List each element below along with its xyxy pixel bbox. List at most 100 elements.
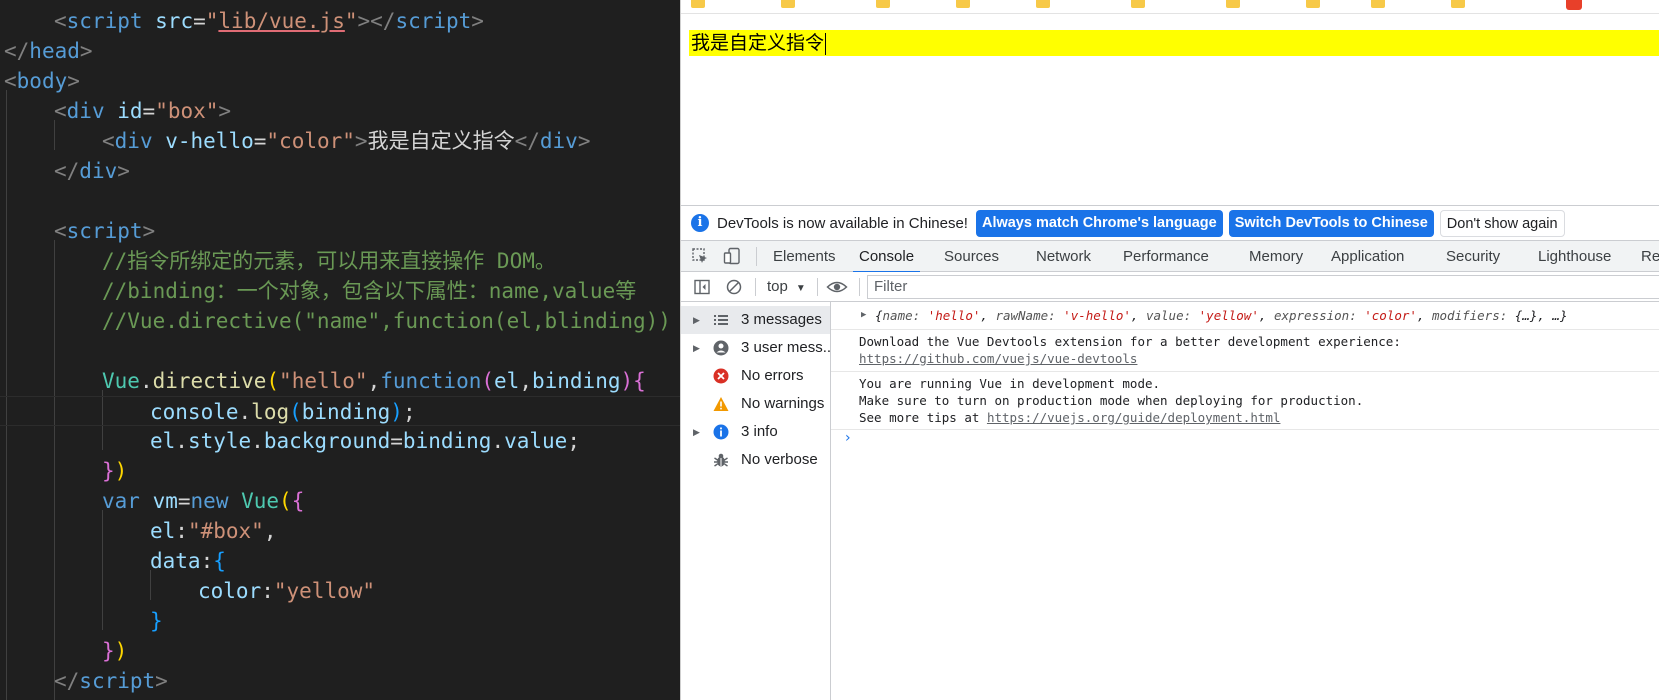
- bookmark-folder[interactable]: [1371, 0, 1391, 11]
- code-line: color:"yellow": [198, 579, 376, 603]
- expand-arrow-icon[interactable]: ▶: [861, 310, 866, 320]
- error-icon: [713, 368, 729, 384]
- sidebar-item-user-messages[interactable]: ▶ 3 user mess...: [681, 334, 835, 362]
- language-infobar: i DevTools is now available in Chinese! …: [681, 206, 1659, 241]
- message-text: You are running Vue in development mode.: [859, 376, 1161, 391]
- tab-performance[interactable]: Performance: [1123, 241, 1209, 272]
- tab-network[interactable]: Network: [1036, 241, 1091, 272]
- code-line: </div>: [54, 159, 130, 183]
- tab-security[interactable]: Security: [1446, 241, 1500, 272]
- filter-input[interactable]: Filter: [867, 275, 1659, 299]
- always-match-language-button[interactable]: Always match Chrome's language: [975, 209, 1223, 237]
- code-line: <div v-hello="color">我是自定义指令</div>: [102, 129, 591, 153]
- code-line: </script>: [54, 669, 168, 693]
- code-comment: //binding：一个对象，包含以下属性：name,value等: [102, 279, 637, 303]
- indent-guide: [54, 240, 55, 700]
- code-comment: //Vue.directive("name",function(el,blind…: [102, 309, 671, 333]
- console-message: Download the Vue Devtools extension for …: [831, 330, 1659, 372]
- code-line: </head>: [4, 39, 93, 63]
- tab-elements[interactable]: Elements: [773, 241, 836, 272]
- bookmark-folder[interactable]: [956, 0, 976, 11]
- eye-icon[interactable]: [826, 278, 848, 296]
- sidebar-item-messages[interactable]: ▶ 3 messages: [681, 306, 830, 334]
- console-output: ▶ {name: 'hello', rawName: 'v-hello', va…: [831, 302, 1659, 700]
- message-text: Make sure to turn on production mode whe…: [859, 393, 1364, 408]
- indent-guide: [102, 510, 103, 630]
- message-text: See more tips at https://vuejs.org/guide…: [859, 410, 1281, 425]
- code-line: }): [102, 639, 128, 663]
- clear-console-icon[interactable]: [725, 278, 743, 296]
- expand-arrow-icon: ▶: [693, 343, 700, 353]
- bookmark-folder[interactable]: [1036, 0, 1056, 11]
- console-prompt[interactable]: ›: [845, 430, 851, 446]
- folder-icon: [876, 0, 890, 8]
- code-line: <div id="box">: [54, 99, 232, 123]
- folder-icon: [1131, 0, 1145, 8]
- folder-icon: [781, 0, 795, 8]
- browser-window: 我是自定义指令 i DevTools is now available in C…: [680, 0, 1659, 700]
- code-line: el:"#box",: [150, 519, 277, 543]
- code-line: }): [102, 459, 128, 483]
- code-line: <script src="lib/vue.js"></script>: [54, 9, 484, 33]
- tab-application[interactable]: Application: [1331, 241, 1404, 272]
- folder-icon: [956, 0, 970, 8]
- expand-arrow-icon: ▶: [693, 427, 700, 437]
- tab-console[interactable]: Console: [852, 241, 921, 273]
- infobar-text: DevTools is now available in Chinese!: [717, 214, 968, 232]
- bookmark-folder[interactable]: [781, 0, 801, 11]
- dont-show-again-button[interactable]: Don't show again: [1439, 209, 1565, 237]
- info-icon: i: [691, 214, 709, 232]
- code-line: el.style.background=binding.value;: [150, 429, 580, 453]
- deployment-guide-link[interactable]: https://vuejs.org/guide/deployment.html: [987, 410, 1281, 425]
- sidebar-toggle-icon[interactable]: [693, 278, 711, 296]
- folder-icon: [1306, 0, 1320, 8]
- current-line: console.log(binding);: [0, 396, 680, 426]
- sidebar-item-verbose[interactable]: No verbose: [681, 446, 830, 474]
- user-icon: [713, 340, 729, 356]
- bookmark-site[interactable]: [1566, 0, 1582, 11]
- tab-sources[interactable]: Sources: [944, 241, 999, 272]
- sidebar-item-errors[interactable]: No errors: [681, 362, 830, 390]
- divider: [755, 278, 756, 296]
- sidebar-item-info[interactable]: ▶ 3 info: [681, 418, 830, 446]
- folder-icon: [1036, 0, 1050, 8]
- chevron-down-icon: ▼: [795, 283, 806, 294]
- bookmark-folder[interactable]: [691, 0, 711, 11]
- tab-lighthouse[interactable]: Lighthouse: [1538, 241, 1611, 272]
- folder-icon: [1451, 0, 1465, 8]
- warning-icon: [713, 397, 729, 411]
- inspect-element-icon[interactable]: [691, 247, 709, 265]
- devtools-panel: i DevTools is now available in Chinese! …: [681, 205, 1659, 700]
- device-toolbar-icon[interactable]: [723, 247, 741, 265]
- bookmark-folder[interactable]: [1451, 0, 1471, 11]
- console-sidebar: ▶ 3 messages ▶ 3 user mess... No errors …: [681, 302, 835, 700]
- code-line: Vue.directive("hello",function(el,bindin…: [102, 369, 646, 393]
- code-line: }: [150, 609, 163, 633]
- code-comment: //指令所绑定的元素，可以用来直接操作 DOM。: [102, 249, 556, 273]
- divider: [756, 247, 757, 266]
- directive-div: 我是自定义指令: [689, 30, 1659, 56]
- bookmarks-bar: [681, 0, 1659, 14]
- console-toolbar: top ▼ Filter: [681, 272, 1659, 302]
- divider: [817, 278, 818, 296]
- code-line: <body>: [4, 69, 80, 93]
- indent-guide: [6, 90, 7, 700]
- console-message[interactable]: ▶ {name: 'hello', rawName: 'v-hello', va…: [831, 302, 1659, 330]
- bookmark-folder[interactable]: [1131, 0, 1151, 11]
- bookmark-folder[interactable]: [1226, 0, 1246, 11]
- text-caret: [825, 32, 827, 55]
- tab-recorder[interactable]: Recor: [1641, 241, 1659, 272]
- code-line: <script>: [54, 219, 156, 243]
- tab-memory[interactable]: Memory: [1249, 241, 1303, 272]
- vue-devtools-link[interactable]: https://github.com/vuejs/vue-devtools: [859, 351, 1137, 366]
- bookmark-folder[interactable]: [876, 0, 896, 11]
- code-editor[interactable]: <script src="lib/vue.js"></script> </hea…: [0, 0, 680, 700]
- switch-to-chinese-button[interactable]: Switch DevTools to Chinese: [1228, 209, 1434, 237]
- context-selector[interactable]: top ▼: [767, 272, 806, 302]
- list-icon: [714, 315, 728, 325]
- divider: [859, 278, 860, 296]
- logged-object[interactable]: {name: 'hello', rawName: 'v-hello', valu…: [875, 308, 1567, 323]
- bookmark-folder[interactable]: [1306, 0, 1326, 11]
- message-text: Download the Vue Devtools extension for …: [859, 334, 1401, 349]
- sidebar-item-warnings[interactable]: No warnings: [681, 390, 830, 418]
